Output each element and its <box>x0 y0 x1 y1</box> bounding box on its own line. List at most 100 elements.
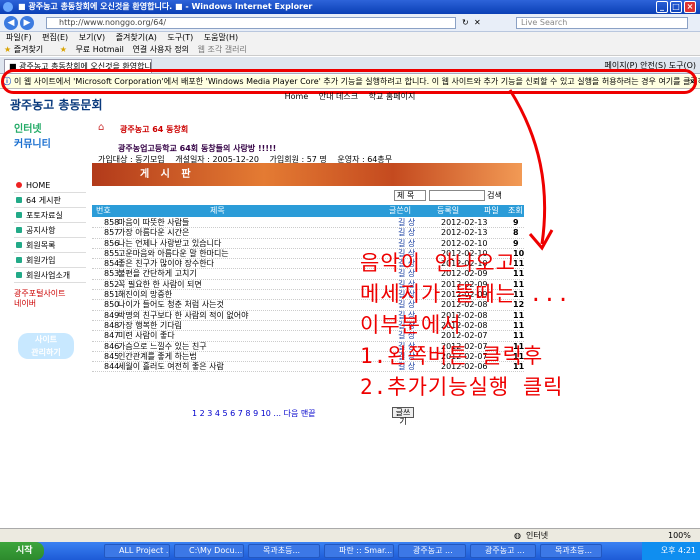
board-search-button[interactable]: 검색 <box>487 191 502 200</box>
row-author: 길 상 <box>398 218 416 227</box>
bullet-icon <box>16 182 22 188</box>
task-btn-2[interactable]: C:\My Docu... <box>174 544 244 558</box>
system-tray-clock[interactable]: 오후 4:21 <box>642 542 700 560</box>
col-views: 조회 <box>508 206 523 215</box>
row-title[interactable]: 박명의 친구보다 한 사람의 적이 없어야 <box>118 311 248 321</box>
write-button[interactable]: 글쓰기 <box>392 407 414 426</box>
row-number: 853 <box>104 269 120 279</box>
refresh-icon[interactable]: ↻ <box>462 18 469 27</box>
task-btn-1[interactable]: ALL Project ... <box>104 544 170 558</box>
badge-line-1: 사이트 <box>34 335 58 344</box>
row-title[interactable]: 가슴으로 느낄수 있는 친구 <box>118 342 207 352</box>
site-admin-badge[interactable]: 사이트 관리하기 <box>18 333 74 359</box>
zoom-level[interactable]: 100% <box>668 529 691 543</box>
row-number: 857 <box>104 228 120 238</box>
topnav-helpdesk[interactable]: 안내 데스크 <box>319 92 358 101</box>
annotation-line-2: 메세지가 뜰때는 ... <box>360 282 571 306</box>
nav-board[interactable]: 64 게시판 <box>14 193 86 208</box>
menu-view[interactable]: 보기(V) <box>79 33 105 42</box>
nav-home[interactable]: HOME <box>14 178 86 193</box>
row-title[interactable]: 해진이의 망중한 <box>118 290 172 300</box>
row-title[interactable]: 좋은 친구가 많이야 장수한다 <box>118 259 214 269</box>
nav-business[interactable]: 회원사업소개 <box>14 268 86 283</box>
add-favorite-icon[interactable]: ★ <box>60 45 67 54</box>
row-date: 2012-02-13 <box>441 228 488 238</box>
row-title[interactable]: 마음이 따뜻한 사람들 <box>118 218 189 228</box>
address-bar: ◀ ▶ http://www.nonggo.org/64/ ↻ ✕ Live S… <box>0 14 700 32</box>
maximize-button[interactable]: □ <box>670 1 682 13</box>
window-title: ■ 광주농고 총동창회에 오신것을 환영합니다. ■ - Windows Int… <box>18 2 313 11</box>
favorites-button[interactable]: 즐겨찾기 <box>14 45 43 54</box>
menu-bar: 파일(F) 편집(E) 보기(V) 즐겨찾기(A) 도구(T) 도움말(H) <box>0 32 700 44</box>
row-views: 9 <box>513 218 519 227</box>
cafe-description: 광주농업고등학교 64회 동창들의 사랑방 !!!!! <box>118 144 277 153</box>
nav-notice[interactable]: 공지사항 <box>14 223 86 238</box>
row-number: 847 <box>104 331 120 341</box>
fav-item-links[interactable]: 연결 사용자 정의 <box>132 45 189 54</box>
link-naver[interactable]: 네이버 <box>14 299 86 309</box>
taskbar: 시작 ALL Project ... C:\My Docu... 목과초등...… <box>0 542 700 560</box>
nav-label: 포토자료실 <box>26 211 63 220</box>
menu-edit[interactable]: 편집(E) <box>42 33 68 42</box>
menu-help[interactable]: 도움말(H) <box>204 33 238 42</box>
search-field-select[interactable]: 제 목 <box>394 190 426 201</box>
row-number: 848 <box>104 320 120 330</box>
url-field[interactable]: http://www.nonggo.org/64/ <box>46 17 456 29</box>
menu-tools[interactable]: 도구(T) <box>167 33 193 42</box>
row-number: 846 <box>104 341 120 351</box>
row-title[interactable]: 고운마음와 아름다운 말 한마디는 <box>118 249 229 259</box>
menu-favorites[interactable]: 즐겨찾기(A) <box>116 33 157 42</box>
topnav-home[interactable]: Home <box>285 92 309 101</box>
badge-line-2: 관리하기 <box>31 348 61 357</box>
task-btn-3[interactable]: 목과초등... <box>248 544 320 558</box>
zone-label: 인터넷 <box>526 531 549 540</box>
nav-label: 회원목록 <box>26 241 56 250</box>
search-input[interactable]: Live Search <box>516 17 688 29</box>
site-name[interactable]: 광주농고 총동문회 <box>10 96 103 113</box>
minimize-button[interactable]: _ <box>656 1 668 13</box>
logo-line-1: 인터넷 <box>14 124 42 135</box>
fav-item-webslices[interactable]: 웹 조각 갤러리 <box>198 45 247 54</box>
col-file: 파일 <box>484 206 499 215</box>
row-title[interactable]: 가장 행복한 기다림 <box>118 321 182 331</box>
close-button[interactable]: × <box>684 1 696 13</box>
forward-icon[interactable]: ▶ <box>20 16 34 30</box>
col-number: 번호 <box>96 206 111 215</box>
menu-file[interactable]: 파일(F) <box>6 33 32 42</box>
task-btn-6[interactable]: 광주농고 ... <box>470 544 536 558</box>
board-table-header: 번호 제목 글쓴이 등록일 파일 조회 <box>92 205 524 217</box>
task-btn-4[interactable]: 파란 :: Smar... <box>324 544 394 558</box>
topnav-school[interactable]: 학교 홈페이지 <box>369 92 416 101</box>
star-icon[interactable]: ★ <box>4 45 11 54</box>
row-number: 849 <box>104 310 120 320</box>
nav-join[interactable]: 회원가입 <box>14 253 86 268</box>
board-banner: 게 시 판 <box>92 163 522 186</box>
board-search-input[interactable] <box>428 190 485 201</box>
row-title[interactable]: 꼭 필요한 한 사람이 되면 <box>118 280 202 290</box>
table-row[interactable]: 858 마음이 따뜻한 사람들 길 상 2012-02-13 9 <box>92 218 524 229</box>
row-title[interactable]: 인간관계를 좋게 하는법 <box>118 352 197 362</box>
site-top-nav: Home 안내 데스크 학교 홈페이지 <box>0 90 700 104</box>
nav-members[interactable]: 회원목록 <box>14 238 86 253</box>
task-btn-7[interactable]: 목과초등... <box>540 544 602 558</box>
annotation-line-3: 이부분에서 <box>360 313 462 337</box>
ie-icon <box>3 2 13 12</box>
row-title[interactable]: 나이가 들어도 청춘 처럼 사는것 <box>118 300 224 310</box>
stop-icon[interactable]: ✕ <box>474 18 481 27</box>
pagination[interactable]: 1 2 3 4 5 6 7 8 9 10 ... 다음 맨끝 <box>192 408 316 419</box>
row-title[interactable]: 가장 아름다운 시간은 <box>118 228 189 238</box>
back-icon[interactable]: ◀ <box>4 16 18 30</box>
row-title[interactable]: 미련 사람이 좋다 <box>118 331 175 341</box>
link-portal[interactable]: 광주포털사이트 <box>14 289 86 299</box>
row-title[interactable]: 나는 언제나 사랑받고 있습니다 <box>118 239 221 249</box>
fav-item-hotmail[interactable]: 무료 Hotmail <box>75 45 123 54</box>
row-title[interactable]: 세월이 흘러도 여전히 좋은 사람 <box>118 362 224 372</box>
row-number: 844 <box>104 362 120 372</box>
row-views: 8 <box>513 228 519 238</box>
table-row[interactable]: 857 가장 아름다운 시간은 길 상 2012-02-13 8 <box>92 228 524 239</box>
row-title[interactable]: 불편을 간단하게 고치기 <box>118 269 197 279</box>
start-button[interactable]: 시작 <box>0 542 44 560</box>
col-author: 글쓴이 <box>389 206 412 215</box>
task-btn-5[interactable]: 광주농고 ... <box>398 544 466 558</box>
nav-photo[interactable]: 포토자료실 <box>14 208 86 223</box>
